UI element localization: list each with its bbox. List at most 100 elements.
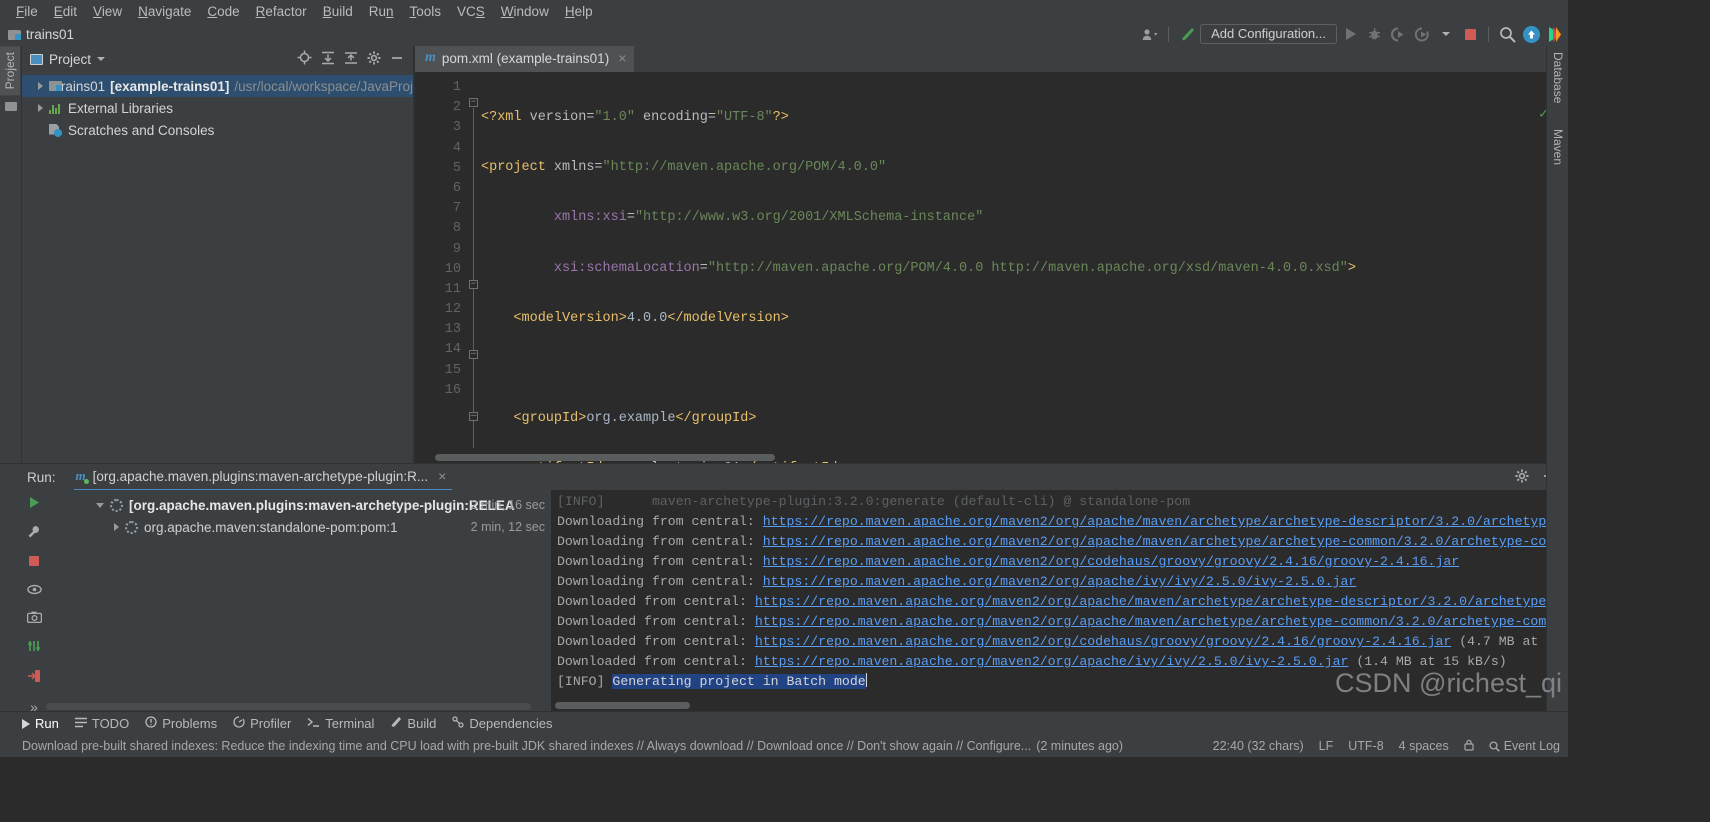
console-link[interactable]: https://repo.maven.apache.org/maven2/org…	[763, 574, 1357, 589]
close-icon[interactable]: ×	[615, 50, 626, 66]
menu-item-file[interactable]: File	[8, 2, 46, 21]
eye-icon[interactable]	[26, 583, 42, 598]
menu-item-code[interactable]: Code	[199, 2, 247, 21]
chevron-down-icon[interactable]	[97, 57, 106, 61]
run-icon[interactable]	[1339, 23, 1361, 45]
tab-pom-xml[interactable]: m pom.xml (example-trains01) ×	[415, 46, 635, 72]
hammer-build-icon[interactable]	[1176, 23, 1198, 45]
structure-icon[interactable]	[0, 95, 22, 112]
menu-item-navigate[interactable]: Navigate	[130, 2, 199, 21]
code-line: <groupId>org.example</groupId>	[513, 411, 757, 427]
menu-item-vcs[interactable]: VCS	[449, 2, 493, 21]
menu-item-window[interactable]: Window	[493, 2, 557, 21]
console-link[interactable]: https://repo.maven.apache.org/maven2/org…	[763, 534, 1568, 549]
chevron-right-icon[interactable]	[114, 523, 119, 531]
expand-all-icon[interactable]	[321, 51, 335, 68]
line-number: 3	[452, 120, 461, 136]
menu-item-file-label: File	[16, 3, 38, 19]
collapse-all-icon[interactable]	[344, 51, 358, 68]
folding-gutter[interactable]: − − ─ ─	[467, 72, 481, 463]
bottom-tab-dependencies[interactable]: Dependencies	[452, 716, 552, 731]
editor-area: m pom.xml (example-trains01) × 1 2 3 4 5…	[415, 46, 1568, 727]
console-link[interactable]: https://repo.maven.apache.org/maven2/org…	[763, 514, 1568, 529]
console-link[interactable]: https://repo.maven.apache.org/maven2/org…	[755, 654, 1349, 669]
close-icon[interactable]: ×	[435, 468, 446, 484]
add-configuration-button[interactable]: Add Configuration...	[1200, 24, 1337, 44]
sidebar-item-database[interactable]: Database	[1547, 46, 1568, 109]
run-tree-horizontal-scrollbar[interactable]	[46, 703, 531, 710]
tree-item-trains01[interactable]: trains01 [example-trains01] /usr/local/w…	[22, 75, 413, 97]
breadcrumb[interactable]: trains01	[8, 27, 74, 42]
fold-region-properties-end[interactable]: ─	[469, 350, 478, 359]
offscreen-filler-bottom	[0, 757, 1710, 822]
bottom-tab-build[interactable]: Build	[390, 716, 436, 731]
libraries-icon	[49, 102, 63, 114]
rerun-icon[interactable]	[28, 496, 41, 512]
code-editor[interactable]: 1 2 3 4 5 6 7 8 9 10 11 12 13 14 15 16 −…	[415, 72, 1568, 727]
menu-item-refactor[interactable]: Refactor	[248, 2, 315, 21]
user-dropdown-icon[interactable]	[1139, 23, 1161, 45]
run-tab[interactable]: m [org.apache.maven.plugins:maven-archet…	[73, 464, 453, 491]
hide-icon[interactable]	[390, 51, 404, 68]
menu-item-help[interactable]: Help	[557, 2, 601, 21]
console-link[interactable]: https://repo.maven.apache.org/maven2/org…	[755, 634, 1451, 649]
run-tree-row[interactable]: [org.apache.maven.plugins:maven-archetyp…	[46, 494, 551, 516]
run-with-coverage-icon[interactable]	[1387, 23, 1409, 45]
run-tree-label: org.apache.maven:standalone-pom:pom:1	[144, 519, 398, 535]
locate-icon[interactable]	[297, 50, 312, 68]
run-execution-tree[interactable]: [org.apache.maven.plugins:maven-archetyp…	[46, 490, 551, 711]
console-link[interactable]: https://repo.maven.apache.org/maven2/org…	[755, 614, 1568, 629]
sidebar-item-project[interactable]: Project	[0, 46, 20, 96]
console-link[interactable]: https://repo.maven.apache.org/maven2/org…	[763, 554, 1459, 569]
status-message[interactable]: Download pre-built shared indexes: Reduc…	[22, 739, 1031, 753]
editor-horizontal-scrollbar[interactable]	[435, 454, 775, 461]
chevron-down-icon[interactable]	[1435, 23, 1457, 45]
sidebar-item-maven[interactable]: Maven	[1547, 123, 1568, 171]
indent-setting[interactable]: 4 spaces	[1399, 739, 1449, 753]
camera-icon[interactable]	[26, 611, 42, 626]
project-panel-title-group[interactable]: Project	[30, 52, 106, 67]
chevron-right-icon[interactable]	[38, 104, 43, 112]
wrench-icon[interactable]	[27, 525, 41, 542]
stop-button[interactable]	[1459, 23, 1481, 45]
fold-region-project-end[interactable]: ─	[469, 412, 478, 421]
bottom-tab-problems[interactable]: Problems	[145, 716, 217, 731]
run-tree-row[interactable]: org.apache.maven:standalone-pom:pom:1 2 …	[46, 516, 551, 538]
todo-icon	[74, 716, 87, 731]
console-line: Downloaded from central: https://repo.ma…	[551, 612, 1568, 632]
debug-icon[interactable]	[1363, 23, 1385, 45]
profile-icon[interactable]	[1411, 23, 1433, 45]
console-link[interactable]: https://repo.maven.apache.org/maven2/org…	[755, 594, 1568, 609]
menu-item-run[interactable]: Run	[361, 2, 402, 21]
settings-gear-icon[interactable]	[367, 51, 381, 68]
line-separator[interactable]: LF	[1319, 739, 1334, 753]
bottom-tab-profiler[interactable]: Profiler	[233, 716, 291, 731]
run-side-actions: »	[22, 490, 46, 715]
menu-item-edit[interactable]: Edit	[46, 2, 85, 21]
chevron-right-icon[interactable]	[38, 82, 43, 90]
tree-item-external-libraries[interactable]: External Libraries	[22, 97, 413, 119]
threads-icon[interactable]	[27, 639, 41, 656]
search-everywhere-icon[interactable]	[1496, 23, 1518, 45]
fold-region-project[interactable]: −	[469, 98, 478, 107]
menu-item-build[interactable]: Build	[315, 2, 361, 21]
event-log-button[interactable]: Event Log	[1489, 739, 1560, 753]
settings-gear-icon[interactable]	[1515, 469, 1529, 486]
project-panel-header: Project	[22, 46, 413, 72]
console-horizontal-scrollbar[interactable]	[555, 702, 690, 709]
chevron-down-icon[interactable]	[96, 502, 104, 508]
fold-region-properties[interactable]: −	[469, 280, 478, 289]
menu-item-tools[interactable]: Tools	[402, 2, 450, 21]
caret-position[interactable]: 22:40 (32 chars)	[1213, 739, 1304, 753]
menu-item-view[interactable]: View	[85, 2, 130, 21]
update-project-icon[interactable]	[1520, 23, 1542, 45]
stop-red-icon[interactable]	[28, 555, 40, 570]
file-encoding[interactable]: UTF-8	[1348, 739, 1383, 753]
bottom-tab-run[interactable]: Run	[22, 716, 59, 731]
idea-logo-icon[interactable]	[1544, 23, 1566, 45]
tree-item-scratches-and-consoles[interactable]: Scratches and Consoles	[22, 119, 413, 141]
bottom-tab-todo[interactable]: TODO	[74, 716, 129, 731]
export-icon[interactable]	[27, 669, 41, 686]
lock-icon[interactable]	[1464, 739, 1474, 754]
bottom-tab-terminal[interactable]: Terminal	[307, 716, 374, 731]
